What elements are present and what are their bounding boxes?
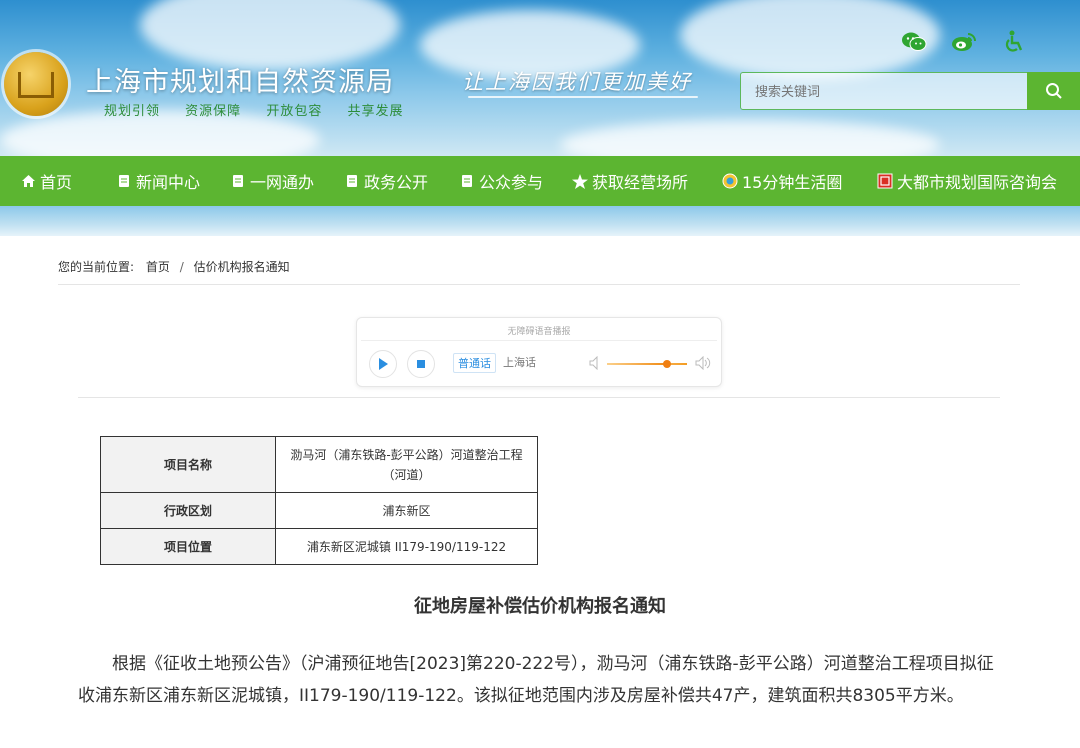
volume-knob[interactable] — [663, 360, 671, 368]
notice-body: 根据《征收土地预公告》（沪浦预征地告[2023]第220-222号），泐马河（浦… — [78, 654, 994, 706]
table-row: 项目位置 浦东新区泥城镇 II179-190/119-122 — [100, 528, 538, 565]
subtitle-item: 开放包容 — [266, 104, 323, 119]
slogan: 让上海因我们更加美好 — [462, 70, 692, 94]
content-divider — [78, 397, 1000, 398]
nav-item-participation[interactable]: 公众参与 — [459, 156, 543, 206]
breadcrumb-prefix: 您的当前位置: — [58, 260, 135, 274]
globe-icon — [722, 173, 738, 189]
document-icon — [459, 173, 475, 189]
main-nav: 首页 新闻中心 一网通办 政务公开 公众参与 获取经营场所 15分钟生活圈 大都… — [0, 156, 1080, 206]
lang-shanghainese-button[interactable]: 上海话 — [499, 353, 540, 373]
nav-item-label: 获取经营场所 — [592, 173, 689, 192]
breadcrumb-home-link[interactable]: 首页 — [146, 260, 170, 274]
document-icon — [116, 173, 132, 189]
search-input[interactable] — [740, 72, 1028, 110]
table-label: 项目位置 — [100, 528, 276, 565]
cloud-decoration — [560, 120, 940, 156]
play-button[interactable] — [369, 350, 397, 378]
breadcrumb-current[interactable]: 估价机构报名通知 — [194, 260, 290, 274]
nav-item-gov-info[interactable]: 政务公开 — [344, 156, 428, 206]
nav-item-home[interactable]: 首页 — [20, 156, 72, 206]
volume-fill — [607, 363, 667, 365]
subtitle-item: 资源保障 — [185, 104, 242, 119]
notice-title: 征地房屋补偿估价机构报名通知 — [414, 596, 666, 617]
nav-item-label: 大都市规划国际咨询会 — [897, 173, 1058, 192]
nav-item-label: 首页 — [40, 173, 73, 192]
play-icon — [379, 358, 388, 370]
nav-item-label: 政务公开 — [364, 173, 429, 192]
table-row: 行政区划 浦东新区 — [100, 492, 538, 529]
site-subtitle: 规划引领 资源保障 开放包容 共享发展 — [104, 100, 423, 119]
table-value: 浦东新区 — [275, 492, 538, 529]
header-banner: 上海市规划和自然资源局 规划引领 资源保障 开放包容 共享发展 让上海因我们更加… — [0, 0, 1080, 156]
wechat-icon[interactable] — [900, 28, 928, 56]
stop-icon — [417, 360, 425, 368]
project-info-table: 项目名称 泐马河（浦东铁路-彭平公路）河道整治工程（河道） 行政区划 浦东新区 … — [100, 436, 538, 565]
volume-low-icon[interactable] — [589, 356, 601, 370]
site-logo[interactable] — [4, 52, 68, 116]
table-row: 项目名称 泐马河（浦东铁路-彭平公路）河道整治工程（河道） — [100, 436, 538, 493]
site-title: 上海市规划和自然资源局 — [86, 67, 394, 98]
lang-mandarin-button[interactable]: 普通话 — [453, 353, 496, 373]
nav-item-news[interactable]: 新闻中心 — [116, 156, 200, 206]
home-icon — [20, 173, 36, 189]
table-value: 浦东新区泥城镇 II179-190/119-122 — [275, 528, 538, 565]
top-icon-group — [900, 28, 1028, 56]
nav-item-label: 公众参与 — [479, 173, 544, 192]
nav-item-label: 15分钟生活圈 — [742, 173, 843, 192]
nav-item-consultation[interactable]: 大都市规划国际咨询会 — [877, 156, 1057, 206]
weibo-icon[interactable] — [950, 28, 978, 56]
document-icon — [230, 173, 246, 189]
table-value: 泐马河（浦东铁路-彭平公路）河道整治工程（河道） — [275, 436, 538, 493]
breadcrumb: 您的当前位置: 首页 / 估价机构报名通知 — [58, 258, 290, 275]
nav-item-label: 一网通办 — [250, 173, 315, 192]
document-icon — [344, 173, 360, 189]
accessibility-icon[interactable] — [1000, 28, 1028, 56]
nav-item-label: 新闻中心 — [136, 173, 201, 192]
subtitle-item: 规划引领 — [104, 104, 161, 119]
badge-icon — [877, 173, 893, 189]
nav-item-business-site[interactable]: 获取经营场所 — [572, 156, 688, 206]
banner-strip — [0, 206, 1080, 236]
subtitle-item: 共享发展 — [347, 104, 404, 119]
audio-player: 无障碍语音播报 普通话 上海话 — [356, 317, 722, 387]
breadcrumb-separator: / — [179, 260, 184, 274]
search-icon — [1045, 83, 1062, 99]
table-label: 行政区划 — [100, 492, 276, 529]
nav-item-15min-circle[interactable]: 15分钟生活圈 — [722, 156, 842, 206]
table-label: 项目名称 — [100, 436, 276, 493]
slogan-underline — [468, 96, 698, 98]
player-divider — [361, 340, 717, 341]
volume-slider[interactable] — [607, 360, 687, 368]
nav-item-service[interactable]: 一网通办 — [230, 156, 314, 206]
stop-button[interactable] — [407, 350, 435, 378]
breadcrumb-divider — [58, 284, 1020, 285]
player-title: 无障碍语音播报 — [507, 327, 571, 337]
star-icon — [572, 173, 588, 189]
search-button[interactable] — [1027, 72, 1080, 110]
volume-high-icon[interactable] — [695, 356, 711, 370]
